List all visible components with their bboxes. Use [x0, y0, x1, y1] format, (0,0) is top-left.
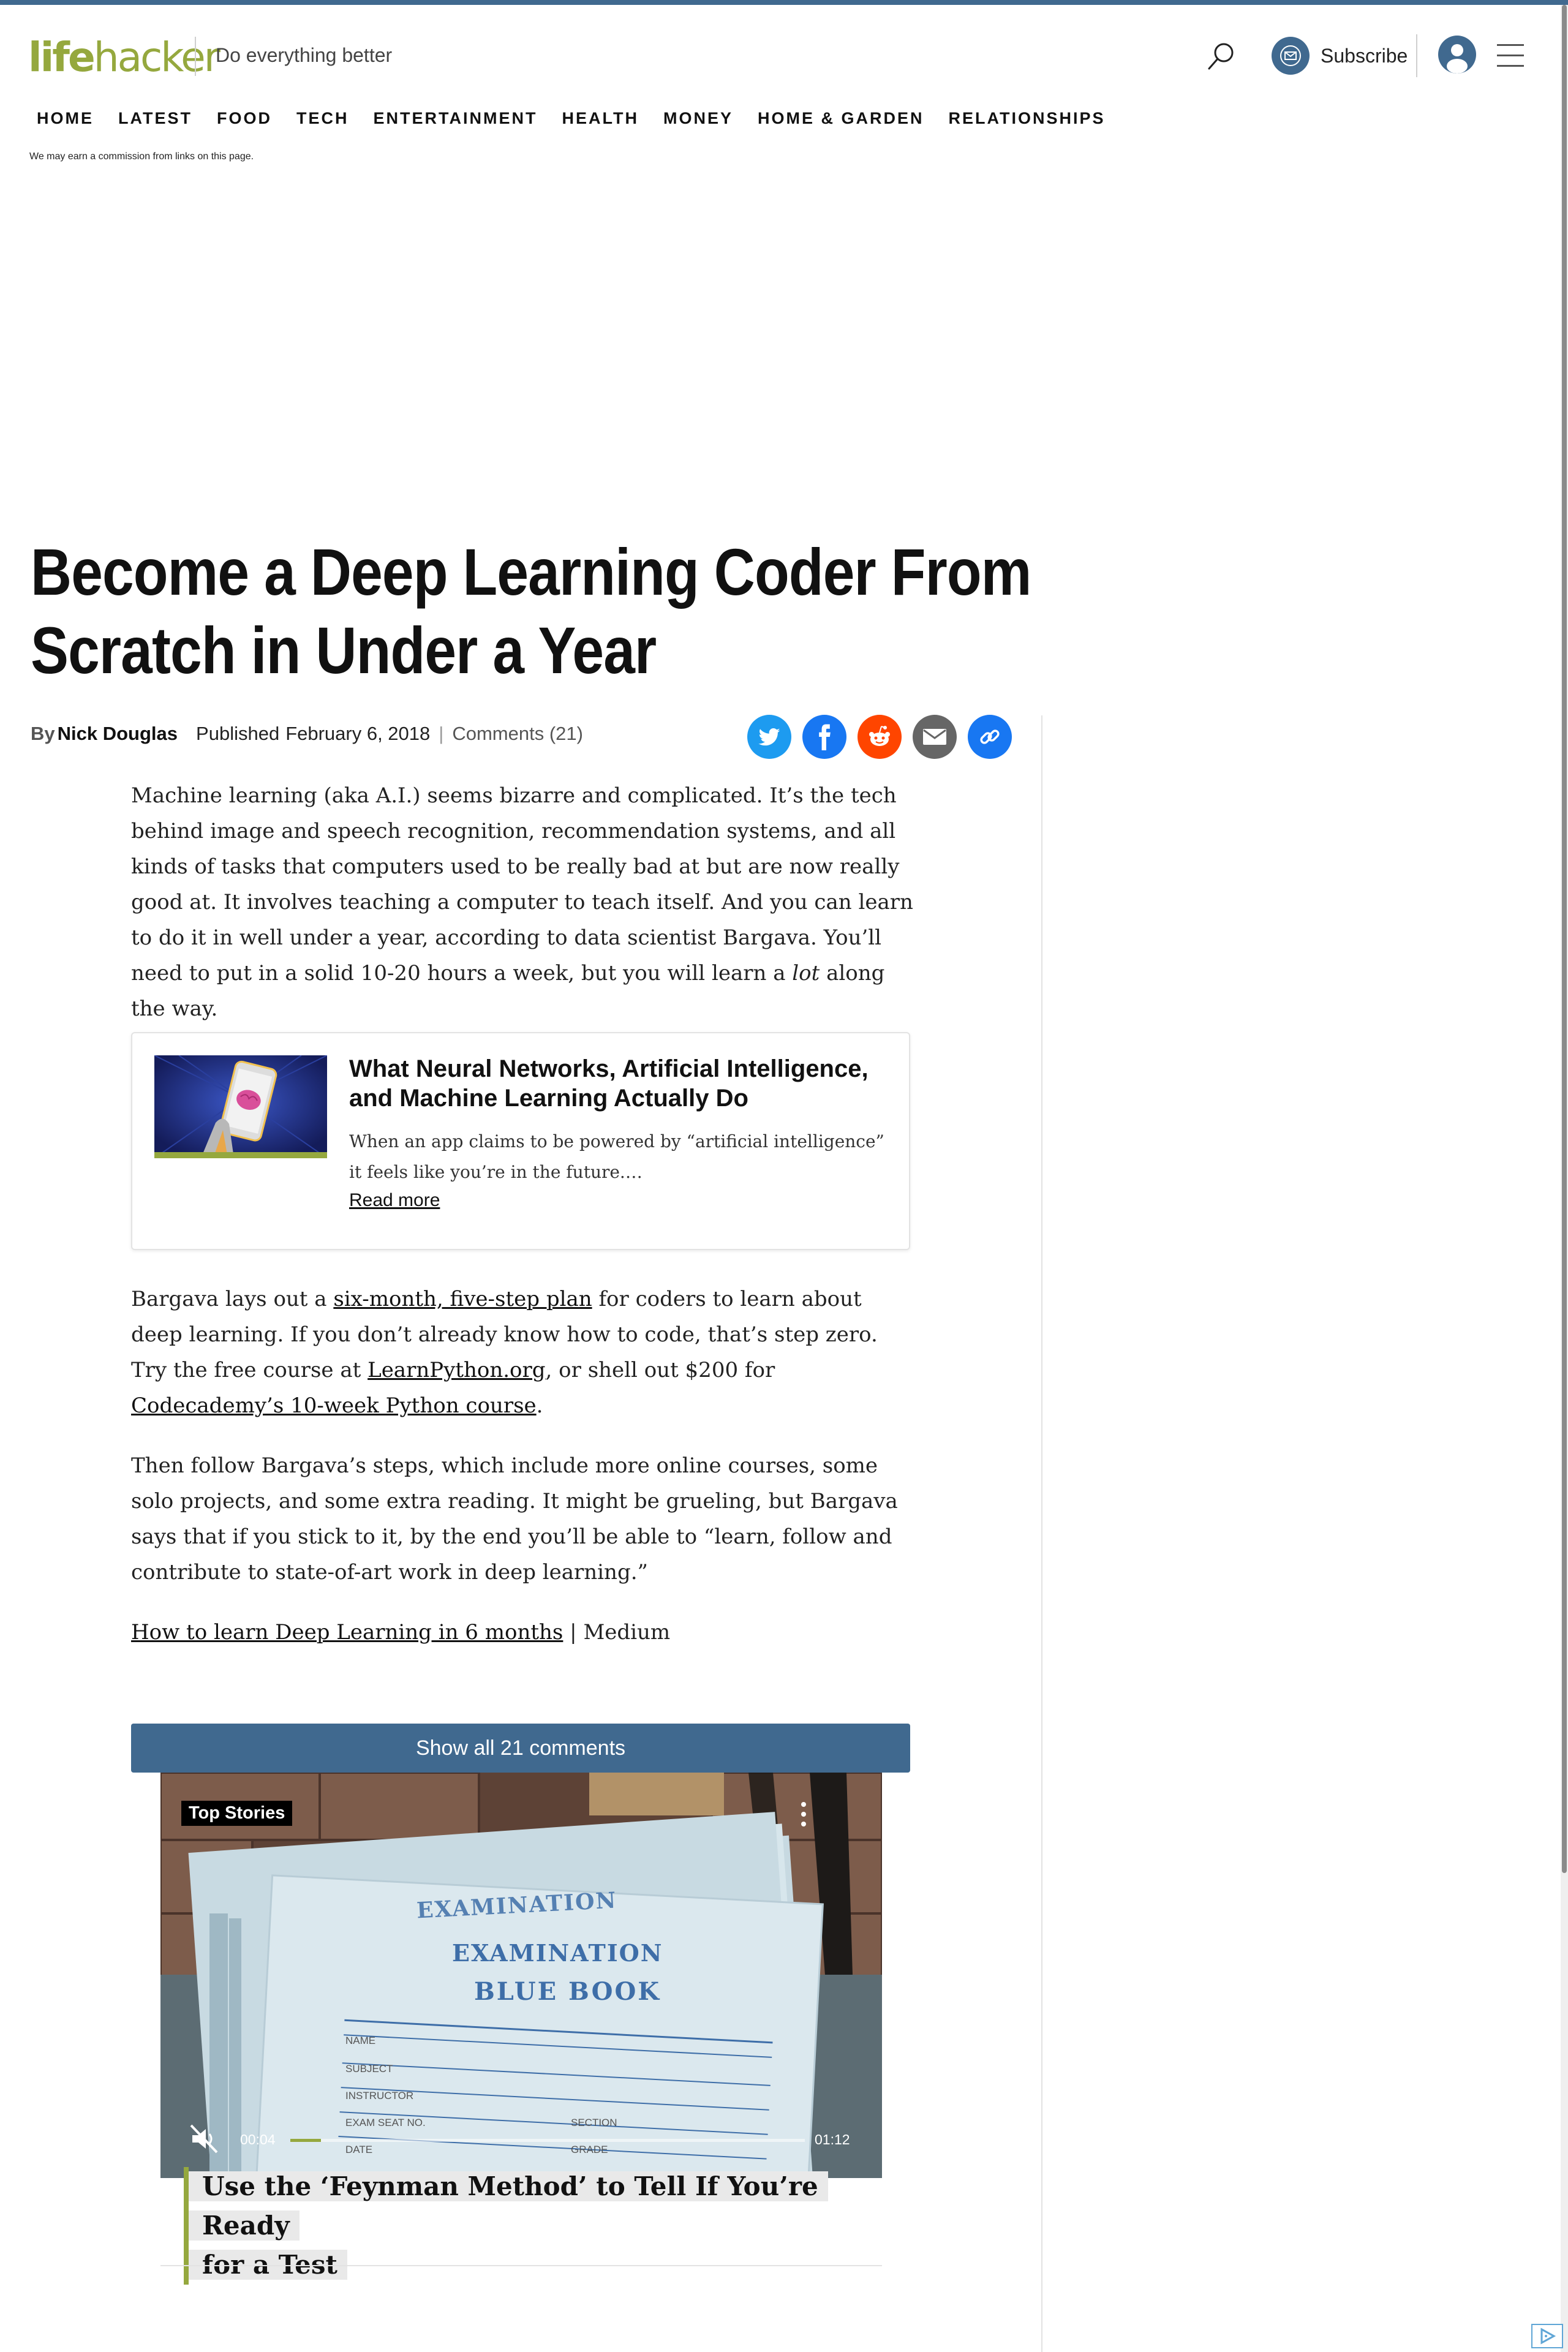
paragraph-source: How to learn Deep Learning in 6 months |…: [131, 1620, 671, 1645]
subscribe-button[interactable]: Subscribe: [1272, 36, 1408, 76]
article-body: Machine learning (aka A.I.) seems bizarr…: [131, 778, 915, 1051]
search-button[interactable]: [1204, 39, 1238, 74]
article-body-continued: Bargava lays out a six-month, five-step …: [131, 1281, 915, 1675]
nav-health[interactable]: HEALTH: [562, 109, 639, 128]
video-paper-text: EXAMINATION EXAMINATION BLUE BOOK NAME S…: [160, 1773, 882, 2178]
paper-heading: EXAMINATION: [452, 1939, 663, 1967]
twitter-icon[interactable]: [747, 715, 791, 759]
nav-relationships[interactable]: RELATIONSHIPS: [949, 109, 1106, 128]
form-field-name: NAME: [345, 2035, 376, 2046]
nav-money[interactable]: MONEY: [663, 109, 733, 128]
emphasis-lot: lot: [792, 961, 820, 986]
paragraph-steps: Then follow Bargava’s steps, which inclu…: [131, 1453, 898, 1585]
form-field-seat: EXAM SEAT NO.: [345, 2117, 426, 2128]
logo-part-life: life: [28, 34, 96, 81]
byline-separator: |: [439, 723, 444, 744]
codecademy-link[interactable]: Codecademy’s 10-week Python course: [131, 1393, 537, 1418]
site-tagline: Do everything better: [216, 44, 393, 66]
account-button[interactable]: [1438, 36, 1476, 74]
video-current-time: 00:04: [240, 2132, 276, 2147]
nav-home[interactable]: HOME: [37, 109, 94, 128]
learnpython-link[interactable]: LearnPython.org: [368, 1358, 545, 1382]
video-divider: [160, 2265, 882, 2266]
top-accent-bar: [0, 0, 1568, 5]
logo-part-hacker: hacker: [93, 34, 221, 81]
related-article-card[interactable]: What Neural Networks, Artificial Intelli…: [131, 1032, 910, 1250]
nav-latest[interactable]: LATEST: [118, 109, 192, 128]
sidebar-divider: [1041, 715, 1042, 2352]
video-player[interactable]: EXAMINATION EXAMINATION BLUE BOOK NAME S…: [160, 1773, 882, 2178]
related-article-title[interactable]: What Neural Networks, Artificial Intelli…: [349, 1054, 888, 1113]
hamburger-menu-icon[interactable]: [1497, 43, 1524, 69]
form-field-subject: SUBJECT: [345, 2063, 393, 2075]
form-field-date: DATE: [345, 2144, 373, 2155]
scrollbar-thumb[interactable]: [1562, 5, 1567, 1873]
reddit-icon[interactable]: [858, 715, 902, 759]
header-divider: [195, 37, 196, 76]
facebook-icon[interactable]: [802, 715, 846, 759]
video-progress-bar[interactable]: [290, 2139, 805, 2142]
medium-source-link[interactable]: How to learn Deep Learning in 6 months: [131, 1620, 563, 1645]
form-field-instructor: INSTRUCTOR: [345, 2090, 414, 2101]
account-icon: [1447, 44, 1468, 74]
six-month-plan-link[interactable]: six-month, five-step plan: [333, 1287, 592, 1311]
related-article-thumbnail[interactable]: [154, 1055, 327, 1158]
main-nav: HOME LATEST FOOD TECH ENTERTAINMENT HEAL…: [37, 109, 1130, 128]
link-icon[interactable]: [968, 715, 1012, 759]
nav-food[interactable]: FOOD: [217, 109, 272, 128]
byline-by: By: [31, 723, 55, 744]
form-field-grade: GRADE: [571, 2144, 608, 2155]
paper-top-heading: EXAMINATION: [416, 1887, 618, 1924]
published-label: Published: [196, 723, 280, 744]
nav-home-garden[interactable]: HOME & GARDEN: [758, 109, 924, 128]
form-field-section: SECTION: [571, 2117, 617, 2128]
paragraph-plan: Bargava lays out a six-month, five-step …: [131, 1287, 878, 1418]
video-duration: 01:12: [815, 2132, 850, 2147]
adchoices-icon[interactable]: [1531, 2324, 1563, 2348]
nav-entertainment[interactable]: ENTERTAINMENT: [374, 109, 538, 128]
paper-subheading: BLUE BOOK: [474, 1977, 662, 2006]
author-link[interactable]: Nick Douglas: [58, 723, 178, 745]
mail-icon: [1272, 37, 1310, 75]
subscribe-label: Subscribe: [1321, 44, 1408, 67]
video-title-line-1: Use the ‘Feynman Method’ to Tell If You’…: [189, 2171, 828, 2241]
affiliate-disclaimer: We may earn a commission from links on t…: [29, 151, 254, 162]
mute-icon[interactable]: [187, 2122, 222, 2156]
article-title: Become a Deep Learning Coder From Scratc…: [31, 535, 1031, 687]
top-stories-badge: Top Stories: [181, 1801, 293, 1826]
search-icon: [1208, 43, 1234, 70]
header-divider-right: [1416, 34, 1417, 77]
video-progress-fill: [290, 2139, 322, 2142]
page-scrollbar[interactable]: [1561, 5, 1568, 2352]
paragraph-intro: Machine learning (aka A.I.) seems bizarr…: [131, 783, 913, 1021]
video-title[interactable]: Use the ‘Feynman Method’ to Tell If You’…: [184, 2167, 834, 2285]
share-bar: [747, 715, 1012, 759]
more-options-icon[interactable]: [791, 1796, 816, 1833]
related-article-description: When an app claims to be powered by “art…: [349, 1131, 884, 1182]
show-all-comments-button[interactable]: Show all 21 comments: [131, 1724, 910, 1773]
article-byline: By Nick Douglas Published February 6, 20…: [31, 723, 583, 745]
read-more-link[interactable]: Read more: [349, 1190, 440, 1211]
email-icon[interactable]: [913, 715, 957, 759]
published-date: February 6, 2018: [285, 723, 431, 744]
nav-tech[interactable]: TECH: [296, 109, 349, 128]
site-logo[interactable]: lifehacker: [28, 33, 221, 82]
comments-link[interactable]: Comments (21): [452, 723, 583, 745]
